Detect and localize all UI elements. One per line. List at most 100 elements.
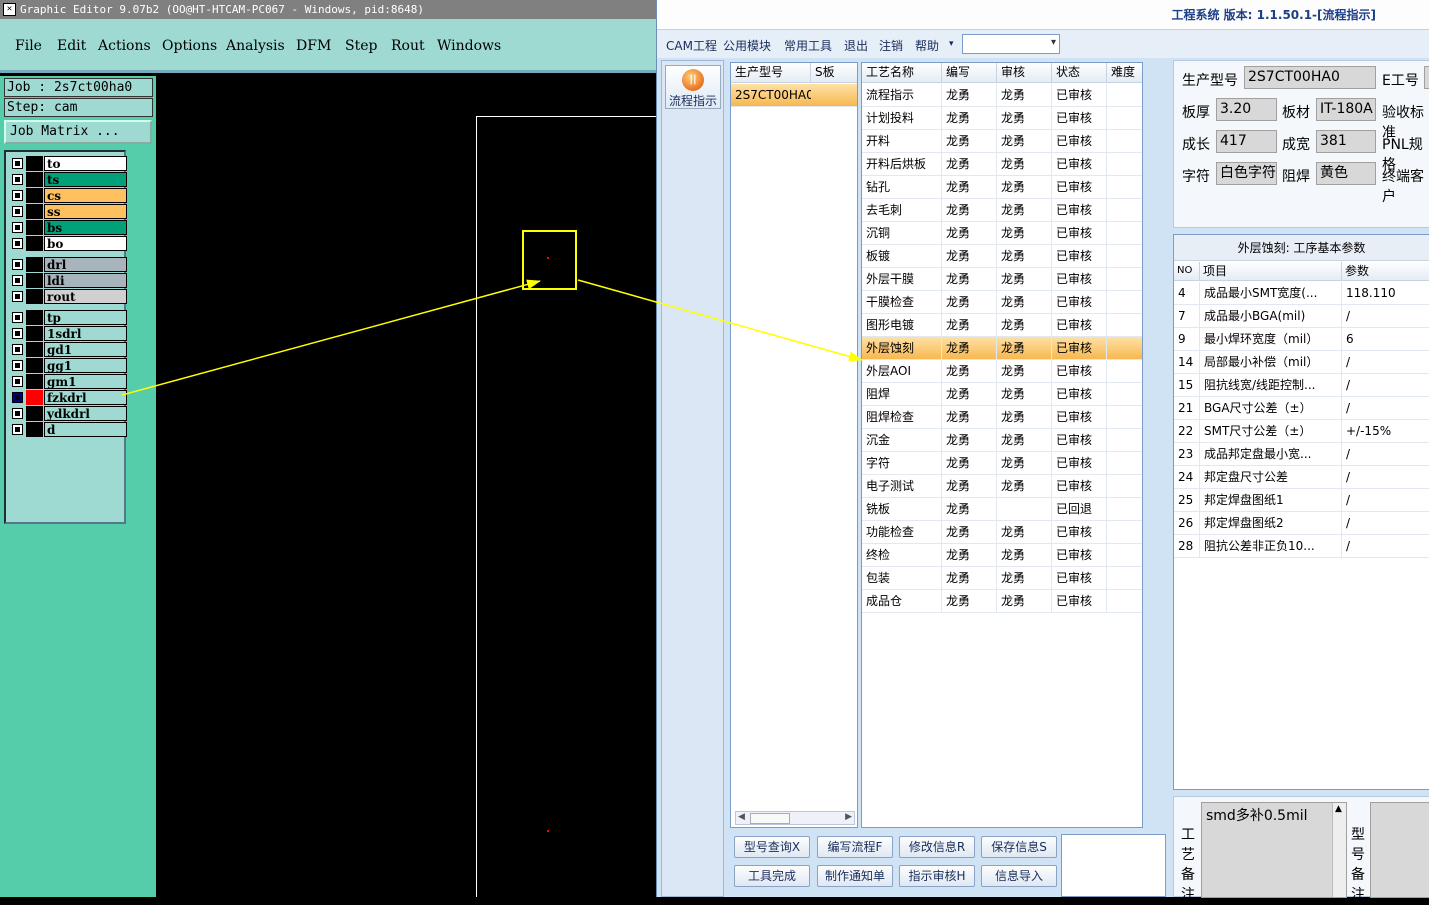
menu-common-module[interactable]: 公用模块 [723, 37, 771, 54]
layer-checkbox[interactable] [12, 328, 23, 339]
layer-row-1sdrl[interactable]: 1sdrl [9, 326, 127, 341]
layer-checkbox[interactable] [12, 238, 23, 249]
layer-row-to[interactable]: to [9, 156, 127, 171]
layer-row-fzkdrl[interactable]: fzkdrl [9, 390, 127, 405]
menu-file[interactable]: File [15, 38, 42, 54]
layer-checkbox[interactable] [12, 424, 23, 435]
width-field[interactable]: 381 [1316, 130, 1376, 153]
layer-color-swatch[interactable] [26, 220, 43, 235]
thickness-field[interactable]: 3.20 [1216, 98, 1277, 121]
layer-color-swatch[interactable] [26, 342, 43, 357]
table-row[interactable]: 包装 龙勇 龙勇 已审核 [862, 567, 1142, 590]
layer-color-swatch[interactable] [26, 289, 43, 304]
eno-field[interactable]: 8 [1424, 66, 1429, 89]
table-row[interactable]: 电子测试 龙勇 龙勇 已审核 [862, 475, 1142, 498]
layer-checkbox[interactable] [12, 376, 23, 387]
col-header-process[interactable]: 工艺名称 [862, 63, 942, 83]
layer-row-tp[interactable]: tp [9, 310, 127, 325]
scroll-up-icon[interactable]: ▲ [1335, 804, 1342, 814]
help-dropdown-icon[interactable]: ▾ [949, 39, 954, 49]
layer-row-d[interactable]: d [9, 422, 127, 437]
layer-checkbox[interactable] [12, 222, 23, 233]
layer-color-swatch[interactable] [26, 156, 43, 171]
layer-row-ts[interactable]: ts [9, 172, 127, 187]
layer-color-swatch[interactable] [26, 172, 43, 187]
model-field[interactable]: 2S7CT00HA0 [1244, 66, 1376, 89]
menu-options[interactable]: Options [162, 38, 217, 54]
table-row[interactable]: 外层AOI 龙勇 龙勇 已审核 [862, 360, 1142, 383]
layer-color-swatch[interactable] [26, 310, 43, 325]
layer-color-swatch[interactable] [26, 406, 43, 421]
layer-checkbox[interactable] [12, 158, 23, 169]
layer-checkbox[interactable] [12, 206, 23, 217]
import-info-button[interactable]: 信息导入 [981, 865, 1057, 887]
layer-color-swatch[interactable] [26, 257, 43, 272]
layer-checkbox[interactable] [12, 190, 23, 201]
layer-color-swatch[interactable] [26, 422, 43, 437]
table-row[interactable]: 干膜检查 龙勇 龙勇 已审核 [862, 291, 1142, 314]
menu-actions[interactable]: Actions [98, 38, 151, 54]
table-row[interactable]: 流程指示 龙勇 龙勇 已审核 [862, 84, 1142, 107]
module-select[interactable] [962, 34, 1060, 54]
col-header-author[interactable]: 编写 [942, 63, 997, 83]
layer-checkbox[interactable] [12, 275, 23, 286]
menu-step[interactable]: Step [345, 38, 377, 54]
model-notes-textarea[interactable] [1370, 802, 1429, 898]
layer-row-rout[interactable]: rout [9, 289, 127, 304]
menu-exit[interactable]: 退出 [844, 37, 868, 54]
layer-checkbox[interactable] [12, 408, 23, 419]
scroll-left-icon[interactable]: ◀ [738, 812, 745, 822]
modify-info-button[interactable]: 修改信息R [899, 836, 975, 858]
layer-checkbox[interactable] [12, 174, 23, 185]
table-row[interactable]: 4 成品最小SMT宽度(... 118.110 [1174, 282, 1429, 305]
table-row[interactable]: 计划投料 龙勇 龙勇 已审核 [862, 107, 1142, 130]
table-row[interactable]: 23 成品邦定盘最小宽... / [1174, 443, 1429, 466]
silkscreen-field[interactable]: 白色字符 [1216, 162, 1277, 185]
table-row[interactable]: 9 最小焊环宽度（mil） 6 [1174, 328, 1429, 351]
layer-checkbox[interactable] [12, 360, 23, 371]
menu-cam-project[interactable]: CAM工程 [666, 37, 717, 54]
table-row[interactable]: 25 邦定焊盘图纸1/ [1174, 489, 1429, 512]
col-header-sboard[interactable]: S板 [811, 63, 857, 83]
menu-help[interactable]: 帮助 [915, 37, 939, 54]
horizontal-scrollbar[interactable]: ◀ ▶ [735, 811, 855, 825]
menu-logout[interactable]: 注销 [879, 37, 903, 54]
layer-checkbox[interactable] [12, 259, 23, 270]
layer-row-ss[interactable]: ss [9, 204, 127, 219]
layer-color-swatch[interactable] [26, 326, 43, 341]
layer-color-swatch[interactable] [26, 188, 43, 203]
table-row[interactable]: 阻焊检查 龙勇 龙勇 已审核 [862, 406, 1142, 429]
table-row[interactable]: 外层蚀刻 龙勇 龙勇 已审核 [862, 337, 1142, 360]
layer-row-ldi[interactable]: ldi [9, 273, 127, 288]
layer-color-swatch[interactable] [26, 390, 43, 405]
material-field[interactable]: IT-180A [1316, 98, 1376, 121]
table-row[interactable]: 终检 龙勇 龙勇 已审核 [862, 544, 1142, 567]
layer-color-swatch[interactable] [26, 358, 43, 373]
instruction-review-button[interactable]: 指示审核H [899, 865, 975, 887]
table-row[interactable]: 7 成品最小BGA(mil) / [1174, 305, 1429, 328]
col-header-param[interactable]: 参数 [1342, 262, 1429, 281]
table-row[interactable]: 去毛刺 龙勇 龙勇 已审核 [862, 199, 1142, 222]
menu-analysis[interactable]: Analysis [226, 38, 285, 54]
layer-row-bs[interactable]: bs [9, 220, 127, 235]
layer-row-gg1[interactable]: gg1 [9, 358, 127, 373]
table-row[interactable]: 21 BGA尺寸公差（±） / [1174, 397, 1429, 420]
scroll-thumb[interactable] [750, 813, 790, 824]
table-row[interactable]: 铣板 龙勇 已回退 [862, 498, 1142, 521]
col-header-no[interactable]: NO [1174, 262, 1200, 281]
table-row[interactable]: 沉金 龙勇 龙勇 已审核 [862, 429, 1142, 452]
layer-row-ydkdrl[interactable]: ydkdrl [9, 406, 127, 421]
layer-row-gd1[interactable]: gd1 [9, 342, 127, 357]
col-header-difficulty[interactable]: 难度 [1107, 63, 1142, 83]
make-notice-button[interactable]: 制作通知单 [817, 865, 893, 887]
layer-checkbox[interactable] [12, 392, 23, 403]
soldermask-field[interactable]: 黄色 [1316, 162, 1376, 185]
layer-row-gm1[interactable]: gm1 [9, 374, 127, 389]
layer-row-bo[interactable]: bo [9, 236, 127, 251]
table-row[interactable]: 开料后烘板 龙勇 龙勇 已审核 [862, 153, 1142, 176]
layer-row-drl[interactable]: drl [9, 257, 127, 272]
table-row[interactable]: 图形电镀 龙勇 龙勇 已审核 [862, 314, 1142, 337]
table-row[interactable]: 板镀 龙勇 龙勇 已审核 [862, 245, 1142, 268]
table-row[interactable]: 22 SMT尺寸公差（±） +/-15% [1174, 420, 1429, 443]
menu-edit[interactable]: Edit [57, 38, 86, 54]
